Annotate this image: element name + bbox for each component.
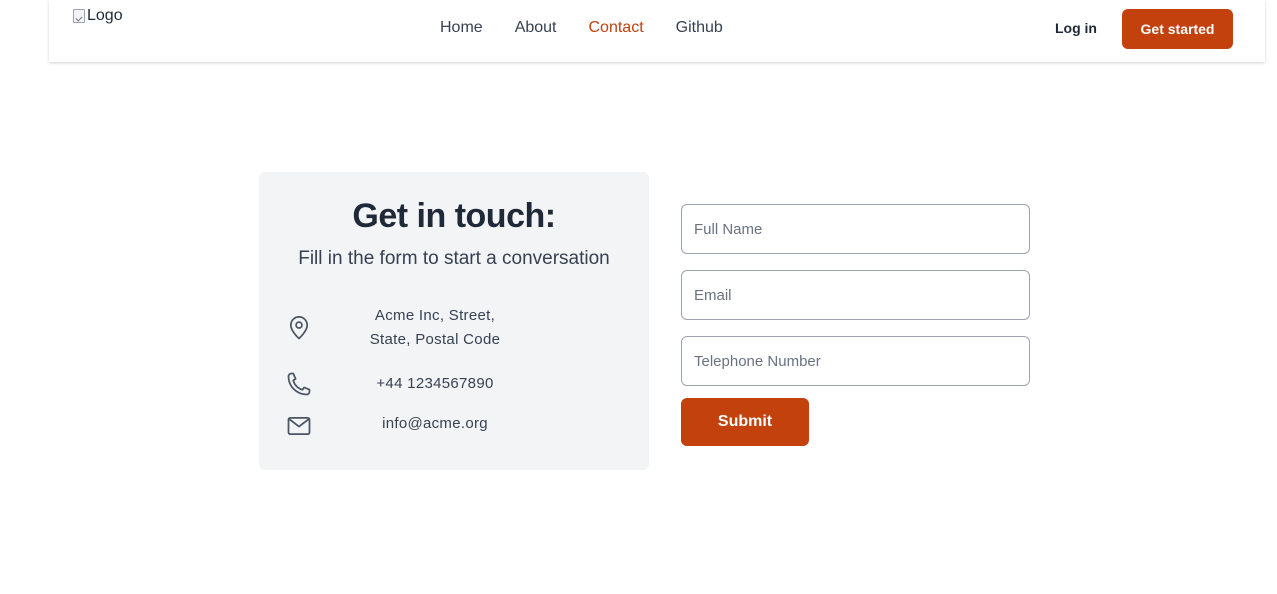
email-input[interactable] [681,270,1030,320]
nav-link-contact[interactable]: Contact [589,19,644,37]
nav-link-github[interactable]: Github [676,19,723,37]
location-pin-icon [285,314,313,342]
telephone-input[interactable] [681,336,1030,386]
contact-info-card: Get in touch: Fill in the form to start … [259,172,649,470]
login-link[interactable]: Log in [1055,20,1097,36]
address-text: Acme Inc, Street, State, Postal Code [335,304,535,352]
phone-text: +44 1234567890 [376,375,494,392]
email-text: info@acme.org [382,415,488,432]
address-line-1: Acme Inc, Street, [374,307,496,324]
broken-image-icon [73,9,85,23]
phone-icon [285,370,313,398]
get-started-button[interactable]: Get started [1122,9,1233,49]
full-name-input[interactable] [681,204,1030,254]
page-subtitle: Fill in the form to start a conversation [298,248,610,269]
nav-link-home[interactable]: Home [440,19,483,37]
logo[interactable]: Logo [73,7,123,25]
address-line-2: State, Postal Code [369,331,501,348]
nav-link-about[interactable]: About [515,19,557,37]
main-nav: Home About Contact Github [440,19,723,37]
top-navbar: Logo Home About Contact Github Log in Ge… [49,0,1265,62]
submit-button[interactable]: Submit [681,398,809,446]
mail-icon [285,412,313,440]
logo-alt-text: Logo [87,7,123,24]
page-title: Get in touch: [352,197,556,235]
